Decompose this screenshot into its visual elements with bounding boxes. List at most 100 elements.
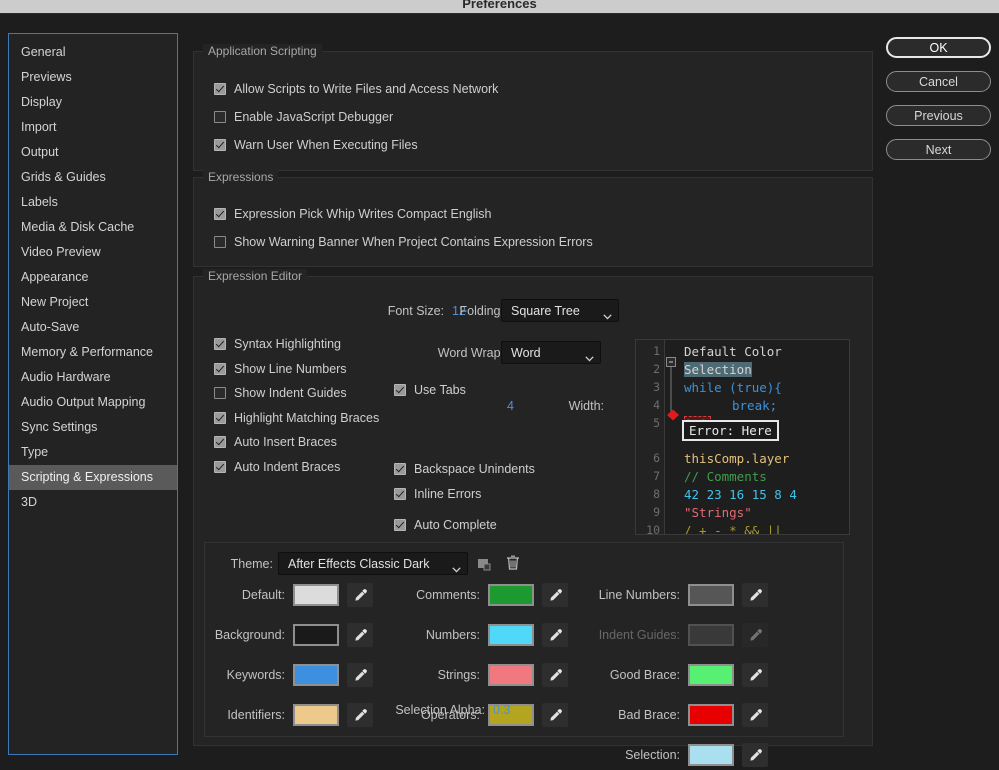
sidebar-item-grids-guides[interactable]: Grids & Guides bbox=[9, 165, 177, 190]
eyedropper-icon[interactable] bbox=[542, 663, 568, 687]
word-wrap-select[interactable]: Word bbox=[501, 341, 601, 364]
checkbox-warn-user-when-executing-files[interactable]: Warn User When Executing Files bbox=[214, 138, 418, 152]
eyedropper-icon[interactable] bbox=[347, 623, 373, 647]
color-swatch[interactable] bbox=[688, 704, 734, 726]
eyedropper-icon[interactable] bbox=[542, 623, 568, 647]
trash-icon[interactable] bbox=[505, 554, 521, 574]
eyedropper-icon[interactable] bbox=[742, 583, 768, 607]
color-swatch[interactable] bbox=[488, 584, 534, 606]
sidebar-item-label: Labels bbox=[21, 195, 58, 209]
tab-width-value[interactable]: 4 bbox=[507, 399, 514, 413]
color-label: Default: bbox=[241, 588, 285, 602]
checkbox-highlight-matching-braces[interactable]: Highlight Matching Braces bbox=[214, 411, 379, 425]
eyedropper-icon[interactable] bbox=[542, 583, 568, 607]
checkbox-checked-icon[interactable] bbox=[394, 463, 406, 475]
sidebar-item-3d[interactable]: 3D bbox=[9, 490, 177, 515]
sidebar-item-video-preview[interactable]: Video Preview bbox=[9, 240, 177, 265]
color-label: Good Brace: bbox=[609, 668, 680, 682]
color-swatch[interactable] bbox=[688, 584, 734, 606]
checkbox-label: Expression Pick Whip Writes Compact Engl… bbox=[234, 207, 492, 221]
checkbox-expression-pick-whip-writes-compact-english[interactable]: Expression Pick Whip Writes Compact Engl… bbox=[214, 207, 492, 221]
sidebar-item-auto-save[interactable]: Auto-Save bbox=[9, 315, 177, 340]
sidebar-item-labels[interactable]: Labels bbox=[9, 190, 177, 215]
color-swatch[interactable] bbox=[293, 584, 339, 606]
checkbox-unchecked-icon[interactable] bbox=[214, 387, 226, 399]
sidebar-item-label: General bbox=[21, 45, 66, 59]
folding-select[interactable]: Square Tree bbox=[501, 299, 619, 322]
sidebar-item-previews[interactable]: Previews bbox=[9, 65, 177, 90]
line-number: 9 bbox=[653, 505, 660, 519]
checkbox-checked-icon[interactable] bbox=[214, 362, 226, 375]
line-number: 6 bbox=[653, 451, 660, 465]
sidebar-item-display[interactable]: Display bbox=[9, 90, 177, 115]
eyedropper-icon[interactable] bbox=[347, 583, 373, 607]
checkbox-show-warning-banner-when-project-contains-expression-errors[interactable]: Show Warning Banner When Project Contain… bbox=[214, 235, 593, 249]
checkbox-show-line-numbers[interactable]: Show Line Numbers bbox=[214, 362, 347, 376]
sidebar-item-import[interactable]: Import bbox=[9, 115, 177, 140]
sidebar-item-scripting-expressions[interactable]: Scripting & Expressions bbox=[9, 465, 177, 490]
checkbox-checked-icon[interactable] bbox=[394, 384, 406, 396]
checkbox-label: Backspace Unindents bbox=[414, 462, 535, 476]
checkbox-label: Use Tabs bbox=[414, 383, 466, 397]
checkbox-unchecked-icon[interactable] bbox=[214, 236, 226, 248]
checkbox-checked-icon[interactable] bbox=[394, 488, 406, 500]
checkbox-show-indent-guides[interactable]: Show Indent Guides bbox=[214, 386, 347, 400]
checkbox-checked-icon[interactable] bbox=[214, 411, 226, 424]
sidebar-item-media-disk-cache[interactable]: Media & Disk Cache bbox=[9, 215, 177, 240]
sidebar-item-label: Audio Hardware bbox=[21, 370, 111, 384]
preferences-category-list[interactable]: General Previews Display Import Output Grids … bbox=[8, 33, 178, 755]
sidebar-item-audio-hardware[interactable]: Audio Hardware bbox=[9, 365, 177, 390]
checkbox-use-tabs[interactable]: Use Tabs bbox=[394, 383, 466, 397]
eyedropper-icon[interactable] bbox=[542, 703, 568, 727]
sidebar-item-output[interactable]: Output bbox=[9, 140, 177, 165]
color-swatch[interactable] bbox=[488, 624, 534, 646]
checkbox-auto-complete[interactable]: Auto Complete bbox=[394, 518, 497, 532]
color-swatch[interactable] bbox=[293, 664, 339, 686]
eyedropper-icon[interactable] bbox=[742, 663, 768, 687]
checkbox-inline-errors[interactable]: Inline Errors bbox=[394, 487, 481, 501]
ok-button[interactable]: OK bbox=[886, 37, 991, 58]
checkbox-checked-icon[interactable] bbox=[214, 436, 226, 448]
previous-button[interactable]: Previous bbox=[886, 105, 991, 126]
eyedropper-icon[interactable] bbox=[347, 663, 373, 687]
line-number: 1 bbox=[653, 344, 660, 358]
sidebar-item-new-project[interactable]: New Project bbox=[9, 290, 177, 315]
next-button[interactable]: Next bbox=[886, 139, 991, 160]
sidebar-item-general[interactable]: General bbox=[9, 40, 177, 65]
sidebar-item-type[interactable]: Type bbox=[9, 440, 177, 465]
checkbox-auto-insert-braces[interactable]: Auto Insert Braces bbox=[214, 435, 337, 449]
checkbox-backspace-unindents[interactable]: Backspace Unindents bbox=[394, 462, 535, 476]
checkbox-allow-scripts-to-write-files-and-access-network[interactable]: Allow Scripts to Write Files and Access … bbox=[214, 82, 498, 96]
sidebar-item-appearance[interactable]: Appearance bbox=[9, 265, 177, 290]
color-swatch[interactable] bbox=[688, 744, 734, 766]
window-titlebar: Preferences bbox=[0, 0, 999, 14]
checkbox-checked-icon[interactable] bbox=[214, 338, 226, 350]
color-label: Numbers: bbox=[425, 628, 480, 642]
sidebar-item-memory-performance[interactable]: Memory & Performance bbox=[9, 340, 177, 365]
checkbox-checked-icon[interactable] bbox=[214, 83, 226, 95]
eyedropper-icon[interactable] bbox=[742, 743, 768, 767]
color-label: Line Numbers: bbox=[598, 588, 680, 602]
eyedropper-icon[interactable] bbox=[742, 703, 768, 727]
checkbox-syntax-highlighting[interactable]: Syntax Highlighting bbox=[214, 337, 341, 351]
checkbox-checked-icon[interactable] bbox=[394, 519, 406, 531]
duplicate-icon[interactable] bbox=[477, 556, 492, 574]
sidebar-item-audio-output-mapping[interactable]: Audio Output Mapping bbox=[9, 390, 177, 415]
sidebar-item-sync-settings[interactable]: Sync Settings bbox=[9, 415, 177, 440]
checkbox-enable-javascript-debugger[interactable]: Enable JavaScript Debugger bbox=[214, 110, 393, 124]
theme-select[interactable]: After Effects Classic Dark bbox=[278, 552, 468, 575]
color-label: Keywords: bbox=[226, 668, 285, 682]
checkbox-checked-icon[interactable] bbox=[214, 208, 226, 220]
checkbox-checked-icon[interactable] bbox=[214, 460, 226, 473]
checkbox-checked-icon[interactable] bbox=[214, 139, 226, 151]
color-swatch[interactable] bbox=[488, 664, 534, 686]
fold-tree-icon[interactable] bbox=[665, 340, 679, 535]
selection-alpha-value[interactable]: 0.3 bbox=[493, 703, 510, 717]
checkbox-unchecked-icon[interactable] bbox=[214, 111, 226, 123]
color-swatch[interactable] bbox=[688, 664, 734, 686]
code-line: / + - * && || bbox=[684, 523, 782, 535]
checkbox-auto-indent-braces[interactable]: Auto Indent Braces bbox=[214, 460, 340, 474]
application-scripting-group: Application Scripting Allow Scripts to W… bbox=[193, 44, 873, 171]
color-swatch[interactable] bbox=[293, 624, 339, 646]
cancel-button[interactable]: Cancel bbox=[886, 71, 991, 92]
